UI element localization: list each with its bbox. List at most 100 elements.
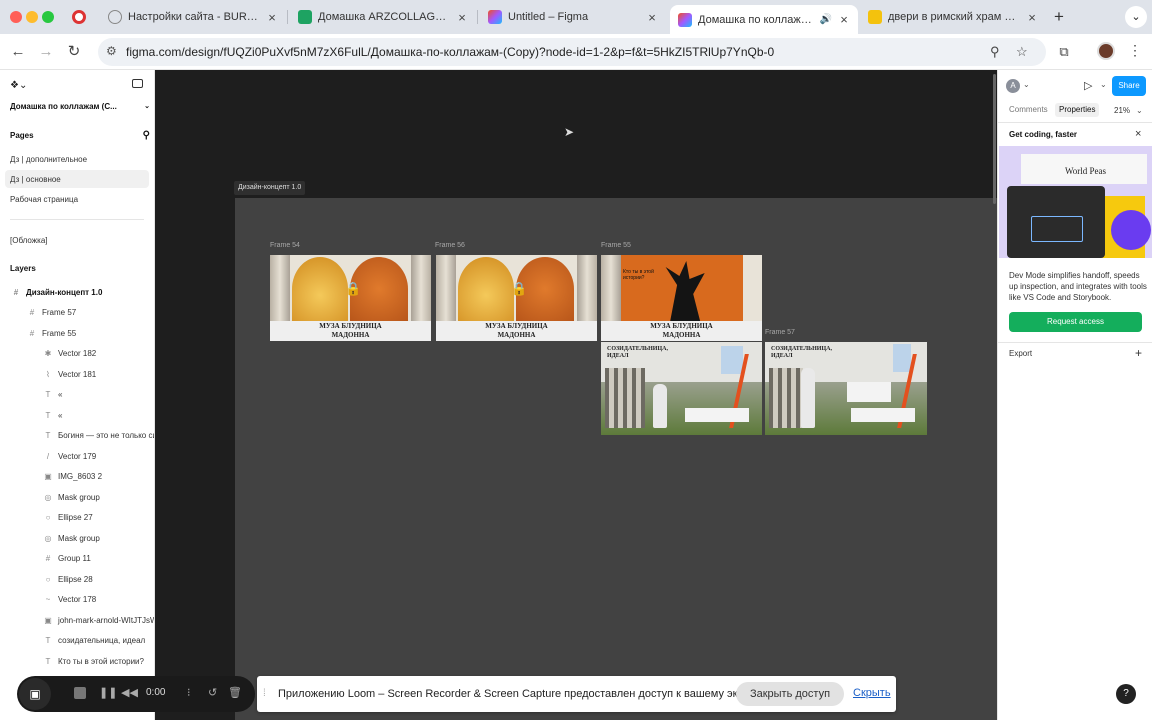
layer-row[interactable]: ~ Vector 178 — [0, 591, 154, 609]
tab-properties[interactable]: Properties — [1055, 103, 1100, 117]
forward-arrow-icon[interactable]: → — [36, 42, 56, 62]
chevron-down-icon[interactable]: ⌄ — [1023, 80, 1030, 89]
layer-row[interactable]: T « — [0, 406, 154, 424]
layer-row[interactable]: # Frame 55 — [0, 324, 154, 342]
frame-label[interactable]: Frame 56 — [435, 242, 465, 249]
layer-row[interactable]: T « — [0, 386, 154, 404]
frame-thumbnail[interactable]: 🔒 МУЗА БЛУДНИЦА МАДОННА — [436, 255, 597, 341]
layer-row[interactable]: ○ Ellipse 27 — [0, 509, 154, 527]
extensions-puzzle-icon[interactable]: ⧉ — [1054, 42, 1074, 62]
layer-row[interactable]: ◎ Mask group — [0, 529, 154, 547]
pages-header: Pages ⚲ — [10, 129, 150, 141]
figma-logo-icon[interactable]: ❖⌄ — [10, 80, 27, 91]
browser-menu-icon[interactable]: ⋮ — [1128, 42, 1142, 59]
layer-row[interactable]: # Group 11 — [0, 550, 154, 568]
page-item[interactable]: [Обложка] — [10, 231, 154, 249]
layer-row[interactable]: # Frame 57 — [0, 304, 154, 322]
close-icon[interactable]: × — [1135, 128, 1141, 140]
page-item-selected[interactable]: Дз | основное — [5, 170, 149, 188]
help-button[interactable]: ? — [1116, 684, 1136, 704]
zoom-icon[interactable]: ⚲ — [990, 44, 1000, 60]
frame-name-badge[interactable]: Дизайн-концепт 1.0 — [234, 181, 306, 195]
layer-row[interactable]: ◎ Mask group — [0, 488, 154, 506]
file-name[interactable]: Домашка по коллажам (C... ⌄ — [10, 97, 150, 115]
browser-tab[interactable]: Untitled – Figma × — [480, 5, 666, 29]
close-tab-icon[interactable]: × — [646, 10, 658, 25]
layer-row[interactable]: ✱ Vector 182 — [0, 345, 154, 363]
silhouette-graphic — [665, 261, 705, 321]
drawing-tool-icon[interactable]: ⁝ — [187, 686, 191, 699]
layer-row[interactable]: ⌇ Vector 181 — [0, 365, 154, 383]
site-info-icon[interactable]: ⚙ — [106, 44, 117, 58]
rewind-icon[interactable]: ◀◀ — [121, 686, 138, 699]
chevron-down-icon[interactable]: ⌄ — [1136, 106, 1143, 115]
profile-avatar[interactable] — [1097, 42, 1115, 60]
reload-icon[interactable]: ↻ — [64, 42, 84, 62]
frame-thumbnail[interactable]: 🔒 МУЗА БЛУДНИЦА МАДОННА — [270, 255, 431, 341]
close-tab-icon[interactable]: × — [838, 12, 850, 27]
thumbnail-title: МУЗА БЛУДНИЦА МАДОННА — [436, 321, 597, 341]
frame-label[interactable]: Frame 57 — [765, 329, 795, 336]
present-play-icon[interactable]: ▷ — [1084, 79, 1092, 92]
toggle-sidebar-icon[interactable] — [132, 79, 143, 88]
chevron-down-icon[interactable]: ⌄ — [1100, 80, 1107, 89]
delete-icon[interactable]: 🗑 — [228, 686, 242, 699]
layer-row[interactable]: # Дизайн-концепт 1.0 — [0, 283, 154, 301]
browser-tab[interactable]: двери в римский храм пнг × — [860, 5, 1046, 29]
search-icon[interactable]: ⚲ — [143, 130, 150, 141]
hide-link[interactable]: Скрыть — [853, 687, 891, 699]
tab-search-button[interactable]: ⌄ — [1125, 6, 1147, 28]
close-tab-icon[interactable]: × — [1026, 10, 1038, 25]
figma-canvas[interactable]: Дизайн-концепт 1.0 ➤ Frame 54 Frame 56 F… — [155, 70, 997, 720]
drag-handle-icon[interactable]: ⁞ — [263, 688, 266, 699]
image-search-icon — [868, 10, 882, 24]
close-tab-icon[interactable]: × — [456, 10, 468, 25]
pause-icon[interactable]: ❚❚ — [99, 686, 117, 699]
page-item[interactable]: Рабочая страница — [10, 190, 154, 208]
text-card-graphic — [847, 382, 891, 402]
url-text[interactable]: figma.com/design/fUQZi0PuXvf5nM7zX6FulL/… — [126, 45, 774, 59]
frame-thumbnail[interactable]: СОЗИДАТЕЛЬНИЦА, ИДЕАЛ — [765, 342, 927, 435]
browser-tab-active[interactable]: Домашка по коллажам ( 🔊 × — [670, 5, 858, 34]
back-arrow-icon[interactable]: ← — [8, 42, 28, 62]
layer-type-icon: ▣ — [44, 472, 52, 481]
layer-name: Кто ты в этой истории? — [58, 656, 144, 666]
frame-thumbnail[interactable]: СОЗИДАТЕЛЬНИЦА, ИДЕАЛ — [601, 342, 762, 435]
browser-tab[interactable]: Настройки сайта - BURO +1 × — [100, 5, 286, 29]
canvas-scrollbar[interactable] — [993, 74, 996, 204]
page-item[interactable]: Дз | дополнительное — [10, 150, 154, 168]
close-window-button[interactable] — [10, 11, 22, 23]
layer-row[interactable]: ▣ IMG_8603 2 — [0, 468, 154, 486]
zoom-level[interactable]: 21% — [1114, 106, 1130, 115]
layer-row[interactable]: / Vector 179 — [0, 447, 154, 465]
restart-icon[interactable]: ↺ — [208, 686, 217, 699]
user-avatar[interactable]: A — [1006, 79, 1020, 93]
layer-row[interactable]: ○ Ellipse 28 — [0, 570, 154, 588]
browser-tab[interactable]: Домашка ARZCOLLAGE | ПО × — [290, 5, 476, 29]
divider — [998, 342, 1152, 343]
thumbnail-title: МУЗА БЛУДНИЦА МАДОННА — [270, 321, 431, 341]
layers-header: Layers — [10, 263, 36, 273]
layer-row[interactable]: T Богиня — это не только сим — [0, 427, 154, 445]
stop-recording-button[interactable] — [74, 687, 86, 699]
address-bar[interactable]: ⚙ figma.com/design/fUQZi0PuXvf5nM7zX6Ful… — [98, 38, 1046, 66]
new-tab-button[interactable]: + — [1054, 7, 1064, 27]
layer-row[interactable]: Tсозидательница, идеал — [0, 632, 154, 650]
layer-row[interactable]: T Кто ты в этой истории? — [0, 652, 154, 670]
camera-icon[interactable]: ▣ — [19, 678, 51, 710]
stop-sharing-button[interactable]: Закрыть доступ — [736, 682, 844, 706]
close-tab-icon[interactable]: × — [266, 10, 278, 25]
tab-comments[interactable]: Comments — [1005, 103, 1052, 117]
request-access-button[interactable]: Request access — [1009, 312, 1142, 332]
frame-thumbnail[interactable]: Кто ты в этой истории? МУЗА БЛУДНИЦА МАД… — [601, 255, 762, 341]
frame-label[interactable]: Frame 54 — [270, 242, 300, 249]
maximize-window-button[interactable] — [42, 11, 54, 23]
layer-row[interactable]: ▣ john-mark-arnold-WItJTJsWI — [0, 611, 154, 629]
speaker-icon[interactable]: 🔊 — [820, 14, 832, 25]
add-export-icon[interactable]: + — [1135, 346, 1142, 360]
share-button[interactable]: Share — [1112, 76, 1146, 96]
frame-label[interactable]: Frame 55 — [601, 242, 631, 249]
minimize-window-button[interactable] — [26, 11, 38, 23]
layer-type-icon: # — [45, 554, 51, 563]
bookmark-star-icon[interactable]: ☆ — [1016, 44, 1028, 60]
